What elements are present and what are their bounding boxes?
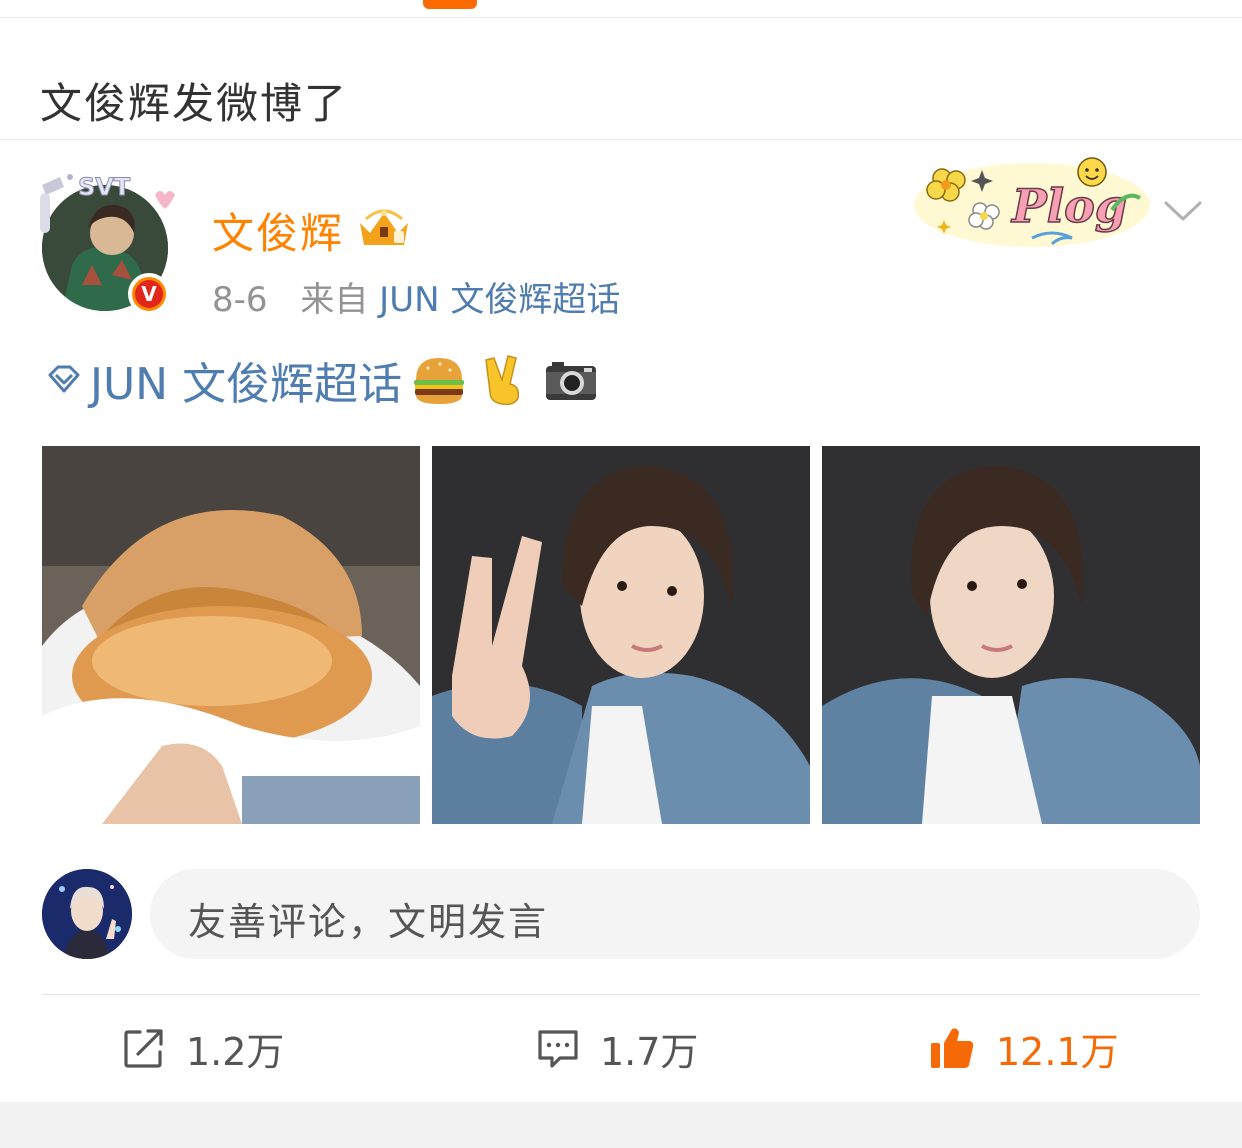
plog-sticker-icon: Plog bbox=[914, 157, 1150, 247]
photo-selfie bbox=[822, 446, 1200, 824]
bottom-separator bbox=[0, 1102, 1242, 1148]
photo-selfie-peace bbox=[432, 446, 810, 824]
super-topic-link[interactable]: JUN 文俊辉超话 bbox=[90, 348, 402, 412]
crown-icon bbox=[360, 209, 408, 245]
comment-button[interactable]: 1.7万 bbox=[536, 1020, 698, 1076]
hamburger-emoji bbox=[414, 358, 465, 404]
divider bbox=[42, 994, 1200, 995]
victory-hand-emoji bbox=[485, 355, 520, 406]
section-title: 文俊辉发微博了 bbox=[40, 79, 349, 128]
section-header: 文俊辉发微博了 bbox=[0, 18, 1242, 140]
post-photo[interactable] bbox=[822, 446, 1200, 824]
super-topic-diamond-icon bbox=[48, 365, 80, 393]
comment-icon bbox=[538, 1030, 578, 1068]
photo-burger bbox=[42, 446, 420, 824]
post-photo[interactable] bbox=[432, 446, 810, 824]
svg-text:Plog: Plog bbox=[1010, 179, 1127, 233]
current-user-avatar-photo bbox=[42, 869, 132, 959]
post-date: 8-6 bbox=[212, 280, 268, 320]
verified-badge: V bbox=[128, 273, 170, 315]
camera-emoji bbox=[546, 362, 597, 400]
like-button[interactable]: 12.1万 bbox=[928, 1020, 1119, 1076]
repost-button[interactable]: 1.2万 bbox=[122, 1020, 284, 1076]
post-photo[interactable] bbox=[42, 446, 420, 824]
post-source-link[interactable]: JUN 文俊辉超话 bbox=[379, 280, 620, 320]
svg-text:SVT: SVT bbox=[78, 173, 131, 201]
active-tab-indicator bbox=[423, 0, 477, 9]
post-username[interactable]: 文俊辉 bbox=[212, 200, 344, 261]
comment-count: 1.7万 bbox=[600, 1029, 699, 1074]
thumbs-up-icon bbox=[931, 1028, 974, 1068]
source-prefix: 来自 bbox=[300, 280, 369, 320]
post-meta: 8-6 来自 JUN 文俊辉超话 bbox=[212, 272, 620, 321]
avatar-frame-decoration: SVT bbox=[40, 173, 175, 233]
current-user-avatar[interactable] bbox=[42, 869, 132, 959]
chevron-down-icon[interactable] bbox=[1163, 198, 1203, 224]
comment-placeholder: 友善评论，文明发言 bbox=[188, 900, 549, 944]
share-icon bbox=[124, 1029, 163, 1068]
like-count: 12.1万 bbox=[996, 1029, 1119, 1074]
post-content: JUN 文俊辉超话 bbox=[44, 348, 600, 412]
repost-count: 1.2万 bbox=[186, 1029, 285, 1074]
comment-input[interactable]: 友善评论，文明发言 bbox=[150, 869, 1200, 959]
